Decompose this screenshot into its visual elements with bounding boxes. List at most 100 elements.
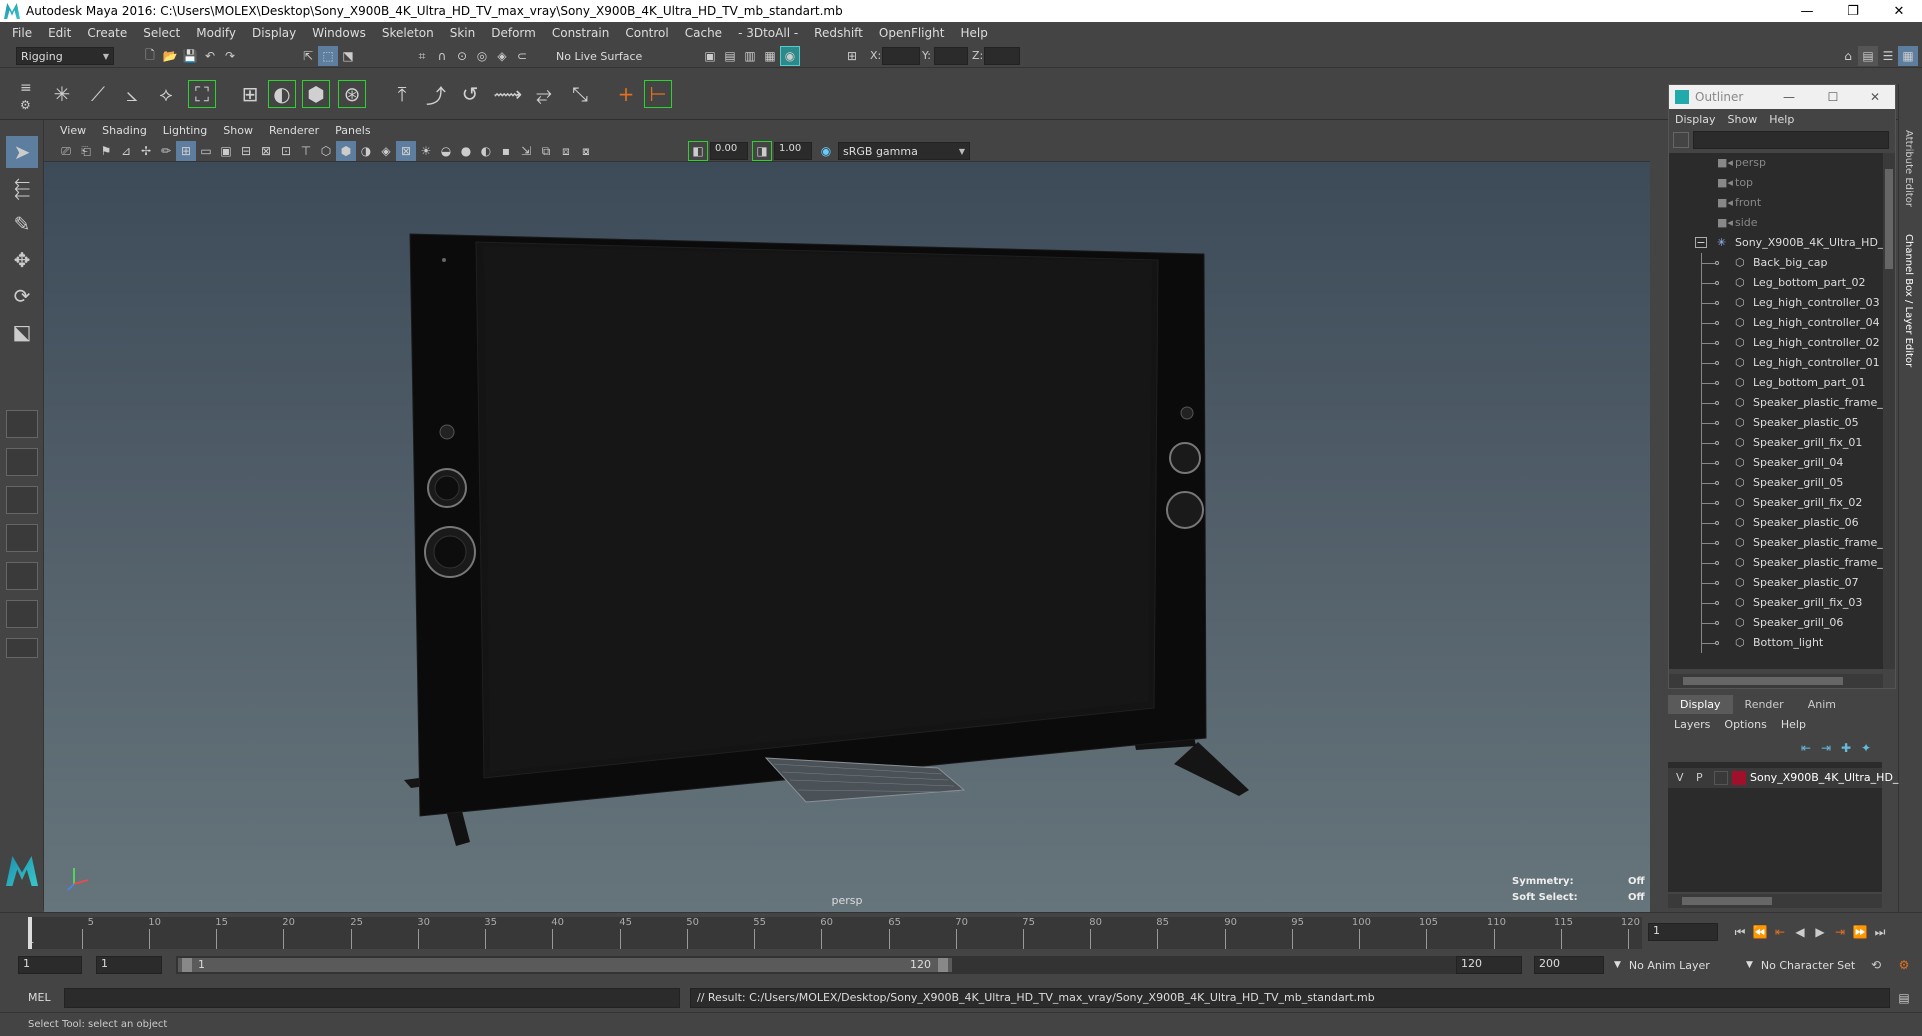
ik-spline-icon[interactable]: ⦣ bbox=[118, 80, 146, 108]
outliner-item-child[interactable]: ⬡ Speaker_plastic_05 bbox=[1669, 413, 1883, 433]
menu-redshift[interactable]: Redshift bbox=[806, 26, 871, 40]
magnet-icon[interactable]: ⊂ bbox=[512, 46, 532, 66]
attribute-editor-tab[interactable]: Attribute Editor bbox=[1903, 130, 1914, 207]
outliner-item-side[interactable]: ■◂ side bbox=[1669, 213, 1883, 233]
orient-constraint-icon[interactable]: ↺ bbox=[456, 80, 484, 108]
outliner-horizontal-scrollbar[interactable] bbox=[1669, 674, 1883, 688]
expand-dot-icon[interactable] bbox=[1715, 401, 1719, 405]
outliner-item-child[interactable]: ⬡ Speaker_plastic_07 bbox=[1669, 573, 1883, 593]
outliner-item-child[interactable]: ⬡ Speaker_plastic_frame_05 bbox=[1669, 533, 1883, 553]
expand-dot-icon[interactable] bbox=[1715, 341, 1719, 345]
step-back-key-icon[interactable]: ⏪ bbox=[1750, 922, 1770, 942]
expand-dot-icon[interactable] bbox=[1715, 641, 1719, 645]
transform-mode-icon[interactable]: ⊞ bbox=[842, 46, 862, 66]
ipr-render-icon[interactable]: ▥ bbox=[740, 46, 760, 66]
select-tool-icon[interactable]: ➤ bbox=[6, 136, 38, 168]
menu-help[interactable]: Help bbox=[952, 26, 995, 40]
camera-attributes-icon[interactable]: ⎗ bbox=[76, 141, 96, 161]
cluster-handle-icon[interactable]: ⊢ bbox=[644, 80, 672, 108]
expand-dot-icon[interactable] bbox=[1715, 301, 1719, 305]
select-component-icon[interactable]: ⬔ bbox=[338, 46, 358, 66]
snap-view-icon[interactable]: ◎ bbox=[472, 46, 492, 66]
playback-start-field[interactable]: 1 bbox=[96, 956, 162, 974]
outliner-item-persp[interactable]: ■◂ persp bbox=[1669, 153, 1883, 173]
xray-icon[interactable]: ⧉ bbox=[536, 141, 556, 161]
point-constraint-icon[interactable]: ⤒ bbox=[388, 80, 416, 108]
outliner-item-child[interactable]: ⬡ Speaker_plastic_06 bbox=[1669, 513, 1883, 533]
outliner-filter-icon[interactable] bbox=[1673, 132, 1689, 148]
step-forward-key-icon[interactable]: ⏩ bbox=[1850, 922, 1870, 942]
outliner-item-child[interactable]: ⬡ Leg_high_controller_02 bbox=[1669, 333, 1883, 353]
outliner-item-child[interactable]: ⬡ Leg_bottom_part_01 bbox=[1669, 373, 1883, 393]
step-back-frame-icon[interactable]: ⇤ bbox=[1770, 922, 1790, 942]
menu-create[interactable]: Create bbox=[79, 26, 135, 40]
range-slider[interactable]: 1 120 bbox=[176, 956, 1456, 974]
outliner-item-child[interactable]: ⬡ Speaker_grill_05 bbox=[1669, 473, 1883, 493]
outliner-item-child[interactable]: ⬡ Speaker_grill_fix_01 bbox=[1669, 433, 1883, 453]
expand-dot-icon[interactable] bbox=[1715, 501, 1719, 505]
render-settings-icon[interactable]: ▦ bbox=[760, 46, 780, 66]
menu-select[interactable]: Select bbox=[135, 26, 188, 40]
exposure-icon[interactable]: ◧ bbox=[688, 141, 708, 161]
step-forward-frame-icon[interactable]: ⇥ bbox=[1830, 922, 1850, 942]
outliner-menu-display[interactable]: Display bbox=[1675, 113, 1724, 126]
anim-layer-dropdown[interactable]: ▼ No Anim Layer bbox=[1610, 956, 1742, 974]
go-to-start-icon[interactable]: ⏮ bbox=[1730, 922, 1750, 942]
render-view-icon[interactable]: ▣ bbox=[700, 46, 720, 66]
outliner-search-input[interactable] bbox=[1693, 131, 1889, 149]
colorspace-dropdown[interactable]: sRGB gamma ▼ bbox=[838, 142, 970, 160]
range-end-grip[interactable] bbox=[938, 958, 948, 972]
persp-outliner-layout-icon[interactable] bbox=[6, 486, 38, 514]
cluster-icon[interactable]: ◐ bbox=[268, 80, 296, 108]
script-editor-icon[interactable]: ▤ bbox=[1894, 988, 1914, 1008]
new-scene-icon[interactable]: 🗋 bbox=[140, 46, 160, 66]
x-field[interactable] bbox=[882, 47, 920, 65]
pole-vector-icon[interactable]: ⥂ bbox=[530, 80, 558, 108]
animation-start-field[interactable]: 1 bbox=[18, 956, 82, 974]
live-surface-label[interactable]: No Live Surface bbox=[556, 47, 648, 65]
select-object-icon[interactable]: ⬚ bbox=[318, 46, 338, 66]
undo-icon[interactable]: ↶ bbox=[200, 46, 220, 66]
safe-title-icon[interactable]: ⊤ bbox=[296, 141, 316, 161]
screen-space-ao-icon[interactable]: ● bbox=[456, 141, 476, 161]
camera-icon[interactable]: ⎚ bbox=[56, 141, 76, 161]
rotate-tool-icon[interactable]: ⟳ bbox=[6, 280, 38, 312]
parent-constraint-icon[interactable]: ⟿ bbox=[494, 80, 523, 108]
outliner-item-top[interactable]: ■◂ top bbox=[1669, 173, 1883, 193]
layer-playback-toggle[interactable]: P bbox=[1696, 771, 1703, 784]
move-layer-up-icon[interactable]: ⇤ bbox=[1796, 738, 1816, 758]
outliner-item-front[interactable]: ■◂ front bbox=[1669, 193, 1883, 213]
menu-windows[interactable]: Windows bbox=[304, 26, 374, 40]
menu-modify[interactable]: Modify bbox=[188, 26, 244, 40]
lattice-icon[interactable]: ⊞ bbox=[236, 80, 264, 108]
character-set-dropdown[interactable]: ▼ No Character Set bbox=[1742, 956, 1872, 974]
outliner-tree[interactable]: ■◂ persp ■◂ top ■◂ front ■◂ side − ✳ Sony_X900… bbox=[1669, 153, 1883, 669]
menuset-dropdown[interactable]: Rigging ▼ bbox=[16, 47, 114, 65]
gamma-field[interactable]: 1.00 bbox=[774, 142, 812, 160]
layer-menu-options[interactable]: Options bbox=[1724, 718, 1766, 731]
isolate-select-icon[interactable]: ⇲ bbox=[516, 141, 536, 161]
animation-end-field[interactable]: 200 bbox=[1534, 956, 1604, 974]
channel-box-toggle-icon[interactable]: ▦ bbox=[1898, 46, 1918, 66]
expand-dot-icon[interactable] bbox=[1715, 481, 1719, 485]
expand-dot-icon[interactable] bbox=[1715, 561, 1719, 565]
outliner-item-group[interactable]: − ✳ Sony_X900B_4K_Ultra_HD_TV bbox=[1669, 233, 1883, 253]
play-forwards-icon[interactable]: ▶ bbox=[1810, 922, 1830, 942]
wrap-deformer-icon[interactable]: ⬢ bbox=[302, 80, 330, 108]
expand-dot-icon[interactable] bbox=[1715, 621, 1719, 625]
outliner-item-child[interactable]: ⬡ Bottom_light bbox=[1669, 633, 1883, 653]
outliner-vertical-scrollbar[interactable] bbox=[1883, 153, 1895, 669]
paint-select-icon[interactable]: ✎ bbox=[6, 208, 38, 240]
snap-surface-icon[interactable]: ◈ bbox=[492, 46, 512, 66]
layer-visibility-toggle[interactable]: V bbox=[1676, 771, 1684, 784]
gamma-icon[interactable]: ◨ bbox=[752, 141, 772, 161]
outliner-item-child[interactable]: ⬡ Back_big_cap bbox=[1669, 253, 1883, 273]
shelf-menu-icon[interactable]: ≡ bbox=[20, 80, 32, 96]
single-perspective-layout-icon[interactable] bbox=[6, 410, 38, 438]
persp-graph-layout-icon[interactable] bbox=[6, 524, 38, 552]
expand-dot-icon[interactable] bbox=[1715, 281, 1719, 285]
scale-tool-icon[interactable]: ⬕ bbox=[6, 316, 38, 348]
new-layer-icon[interactable]: ✚ bbox=[1836, 738, 1856, 758]
vp-menu-renderer[interactable]: Renderer bbox=[261, 124, 327, 137]
playback-end-field[interactable]: 120 bbox=[1456, 956, 1522, 974]
